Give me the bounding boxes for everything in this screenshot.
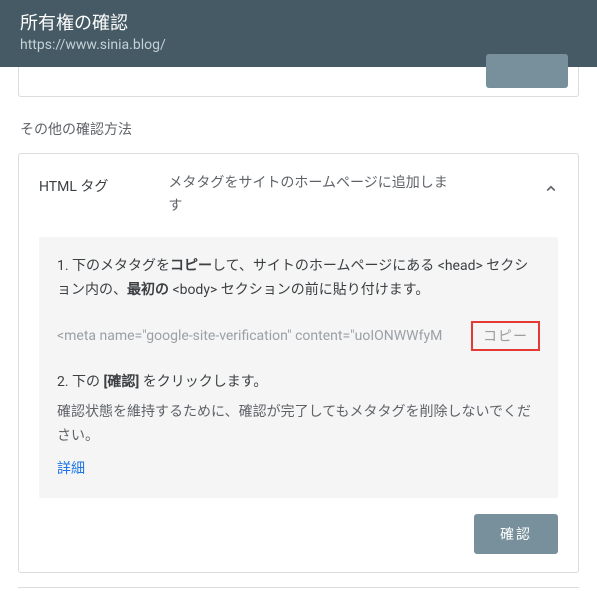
next-card-stub bbox=[18, 587, 579, 591]
card-header-row[interactable]: HTML タグ メタタグをサイトのホームページに追加します bbox=[39, 172, 558, 217]
dialog-url: https://www.sinia.blog/ bbox=[20, 37, 577, 53]
step2-bold: [確認] bbox=[104, 374, 140, 390]
step1-suffix: <body> セクションの前に貼り付けます。 bbox=[169, 282, 429, 298]
copy-button[interactable]: コピー bbox=[471, 321, 540, 351]
html-tag-card: HTML タグ メタタグをサイトのホームページに追加します 1. 下のメタタグを… bbox=[18, 153, 579, 573]
details-link[interactable]: 詳細 bbox=[57, 458, 85, 478]
method-name: HTML タグ bbox=[39, 172, 108, 196]
step-1-text: 1. 下のメタタグをコピーして、サイトのホームページにある <head> セクシ… bbox=[57, 255, 540, 303]
meta-tag-code[interactable]: <meta name="google-site-verification" co… bbox=[57, 328, 465, 344]
method-description: メタタグをサイトのホームページに追加します bbox=[168, 172, 458, 217]
retain-note: 確認状態を維持するために、確認が完了してもメタタグを削除しないでください。 bbox=[57, 401, 540, 449]
instructions-panel: 1. 下のメタタグをコピーして、サイトのホームページにある <head> セクシ… bbox=[39, 237, 558, 498]
previous-card-button-stub bbox=[486, 54, 568, 88]
step1-bold-first: 最初の bbox=[127, 282, 169, 298]
meta-tag-row: <meta name="google-site-verification" co… bbox=[57, 321, 540, 351]
dialog-content: その他の確認方法 HTML タグ メタタグをサイトのホームページに追加します 1… bbox=[0, 67, 597, 591]
confirm-button[interactable]: 確認 bbox=[474, 514, 558, 554]
dialog-title: 所有権の確認 bbox=[20, 12, 577, 35]
step2-suffix: をクリックします。 bbox=[139, 374, 267, 390]
chevron-up-icon[interactable] bbox=[542, 180, 560, 198]
step1-prefix: 1. 下のメタタグを bbox=[57, 258, 170, 274]
previous-card-stub bbox=[18, 67, 579, 97]
confirm-row: 確認 bbox=[39, 514, 558, 554]
step1-bold-copy: コピー bbox=[170, 258, 212, 274]
step2-prefix: 2. 下の bbox=[57, 374, 104, 390]
section-title: その他の確認方法 bbox=[20, 119, 579, 139]
step-2-text: 2. 下の [確認] をクリックします。 bbox=[57, 371, 540, 391]
